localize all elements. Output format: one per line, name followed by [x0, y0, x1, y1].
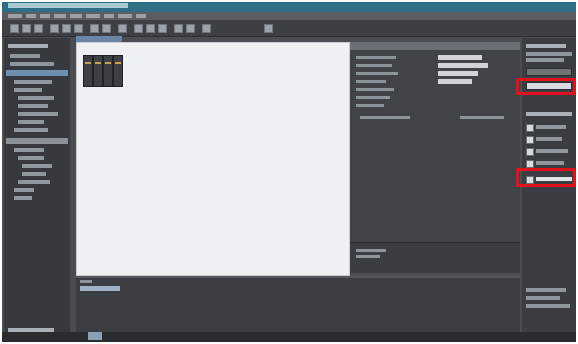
application-window	[2, 2, 576, 342]
property-label	[356, 72, 398, 75]
task-panel-text	[526, 304, 570, 308]
device-view-canvas[interactable]	[76, 42, 350, 276]
tree-item[interactable]	[18, 156, 44, 160]
menu-item-view[interactable]	[40, 14, 50, 18]
window-title	[8, 3, 128, 8]
tree-item-highlight[interactable]	[6, 138, 68, 144]
io-module[interactable]	[113, 55, 123, 87]
copy-icon[interactable]	[62, 24, 71, 33]
tree-item[interactable]	[14, 196, 32, 200]
highlight-box-filter	[516, 78, 576, 95]
tree-item[interactable]	[14, 88, 42, 92]
catalog-checkbox[interactable]	[526, 160, 534, 168]
offline-icon[interactable]	[186, 24, 195, 33]
io-module[interactable]	[93, 55, 103, 87]
property-label	[356, 249, 386, 252]
undo-icon[interactable]	[90, 24, 99, 33]
property-label	[360, 116, 410, 119]
tree-item[interactable]	[18, 112, 58, 116]
online-icon[interactable]	[174, 24, 183, 33]
tree-item[interactable]	[18, 96, 54, 100]
tree-item[interactable]	[22, 164, 52, 168]
new-icon[interactable]	[10, 24, 19, 33]
tree-header	[8, 44, 48, 48]
properties-header	[350, 42, 520, 50]
toolbar	[2, 20, 576, 37]
cut-icon[interactable]	[50, 24, 59, 33]
property-label	[356, 96, 390, 99]
delete-icon[interactable]	[118, 24, 127, 33]
catalog-search-input[interactable]	[526, 68, 572, 76]
tree-item[interactable]	[14, 128, 48, 132]
portal-view-button[interactable]	[88, 332, 102, 340]
tree-item-selected[interactable]	[6, 70, 68, 76]
menu-item-edit[interactable]	[26, 14, 36, 18]
monitor-icon[interactable]	[202, 24, 211, 33]
property-label	[356, 56, 396, 59]
catalog-item-label	[536, 125, 566, 129]
tree-item[interactable]	[18, 104, 48, 108]
tree-item[interactable]	[10, 54, 40, 58]
open-icon[interactable]	[22, 24, 31, 33]
catalog-checkbox[interactable]	[526, 136, 534, 144]
menu-item-online[interactable]	[70, 14, 82, 18]
highlight-box-catalog-item	[516, 168, 576, 187]
task-panel-text	[526, 288, 566, 292]
title-bar	[2, 2, 576, 12]
properties-footer	[350, 242, 520, 273]
save-icon[interactable]	[34, 24, 43, 33]
inspector-text	[80, 280, 92, 283]
project-tree-panel	[4, 38, 70, 338]
property-value[interactable]	[438, 79, 472, 84]
catalog-checkbox[interactable]	[526, 148, 534, 156]
task-panel-text	[526, 52, 572, 56]
plc-module[interactable]	[83, 55, 93, 87]
menu-item-insert[interactable]	[54, 14, 66, 18]
tree-item[interactable]	[22, 172, 46, 176]
property-value[interactable]	[438, 55, 482, 60]
menu-bar	[2, 12, 576, 20]
task-panel-text	[526, 296, 560, 300]
property-value[interactable]	[438, 63, 488, 68]
redo-icon[interactable]	[102, 24, 111, 33]
menu-item-options[interactable]	[86, 14, 100, 18]
catalog-item-label	[536, 149, 568, 153]
inspector-title	[80, 286, 120, 291]
catalog-item-label	[536, 137, 562, 141]
catalog-checkbox[interactable]	[526, 124, 534, 132]
property-label	[460, 116, 504, 119]
property-label	[356, 104, 384, 107]
tree-item[interactable]	[14, 188, 34, 192]
search-icon[interactable]	[264, 24, 273, 33]
upload-icon[interactable]	[158, 24, 167, 33]
menu-item-window[interactable]	[118, 14, 132, 18]
properties-panel	[350, 42, 520, 272]
paste-icon[interactable]	[74, 24, 83, 33]
tree-item[interactable]	[10, 62, 54, 66]
download-icon[interactable]	[146, 24, 155, 33]
task-panel-text	[526, 58, 564, 62]
property-label	[356, 64, 392, 67]
tree-item[interactable]	[14, 80, 52, 84]
task-panel-title	[526, 44, 566, 48]
tree-item[interactable]	[18, 180, 50, 184]
compile-icon[interactable]	[134, 24, 143, 33]
tree-item[interactable]	[18, 120, 44, 124]
menu-item-project[interactable]	[8, 14, 22, 18]
property-label	[356, 80, 386, 83]
io-module[interactable]	[103, 55, 113, 87]
tree-item[interactable]	[14, 148, 44, 152]
property-label	[356, 255, 380, 258]
property-label	[356, 88, 394, 91]
task-panel-section[interactable]	[526, 112, 572, 116]
property-value[interactable]	[438, 71, 478, 76]
menu-item-help[interactable]	[136, 14, 146, 18]
menu-item-tools[interactable]	[104, 14, 114, 18]
catalog-item-label	[536, 161, 564, 165]
inspector-panel	[76, 276, 520, 334]
